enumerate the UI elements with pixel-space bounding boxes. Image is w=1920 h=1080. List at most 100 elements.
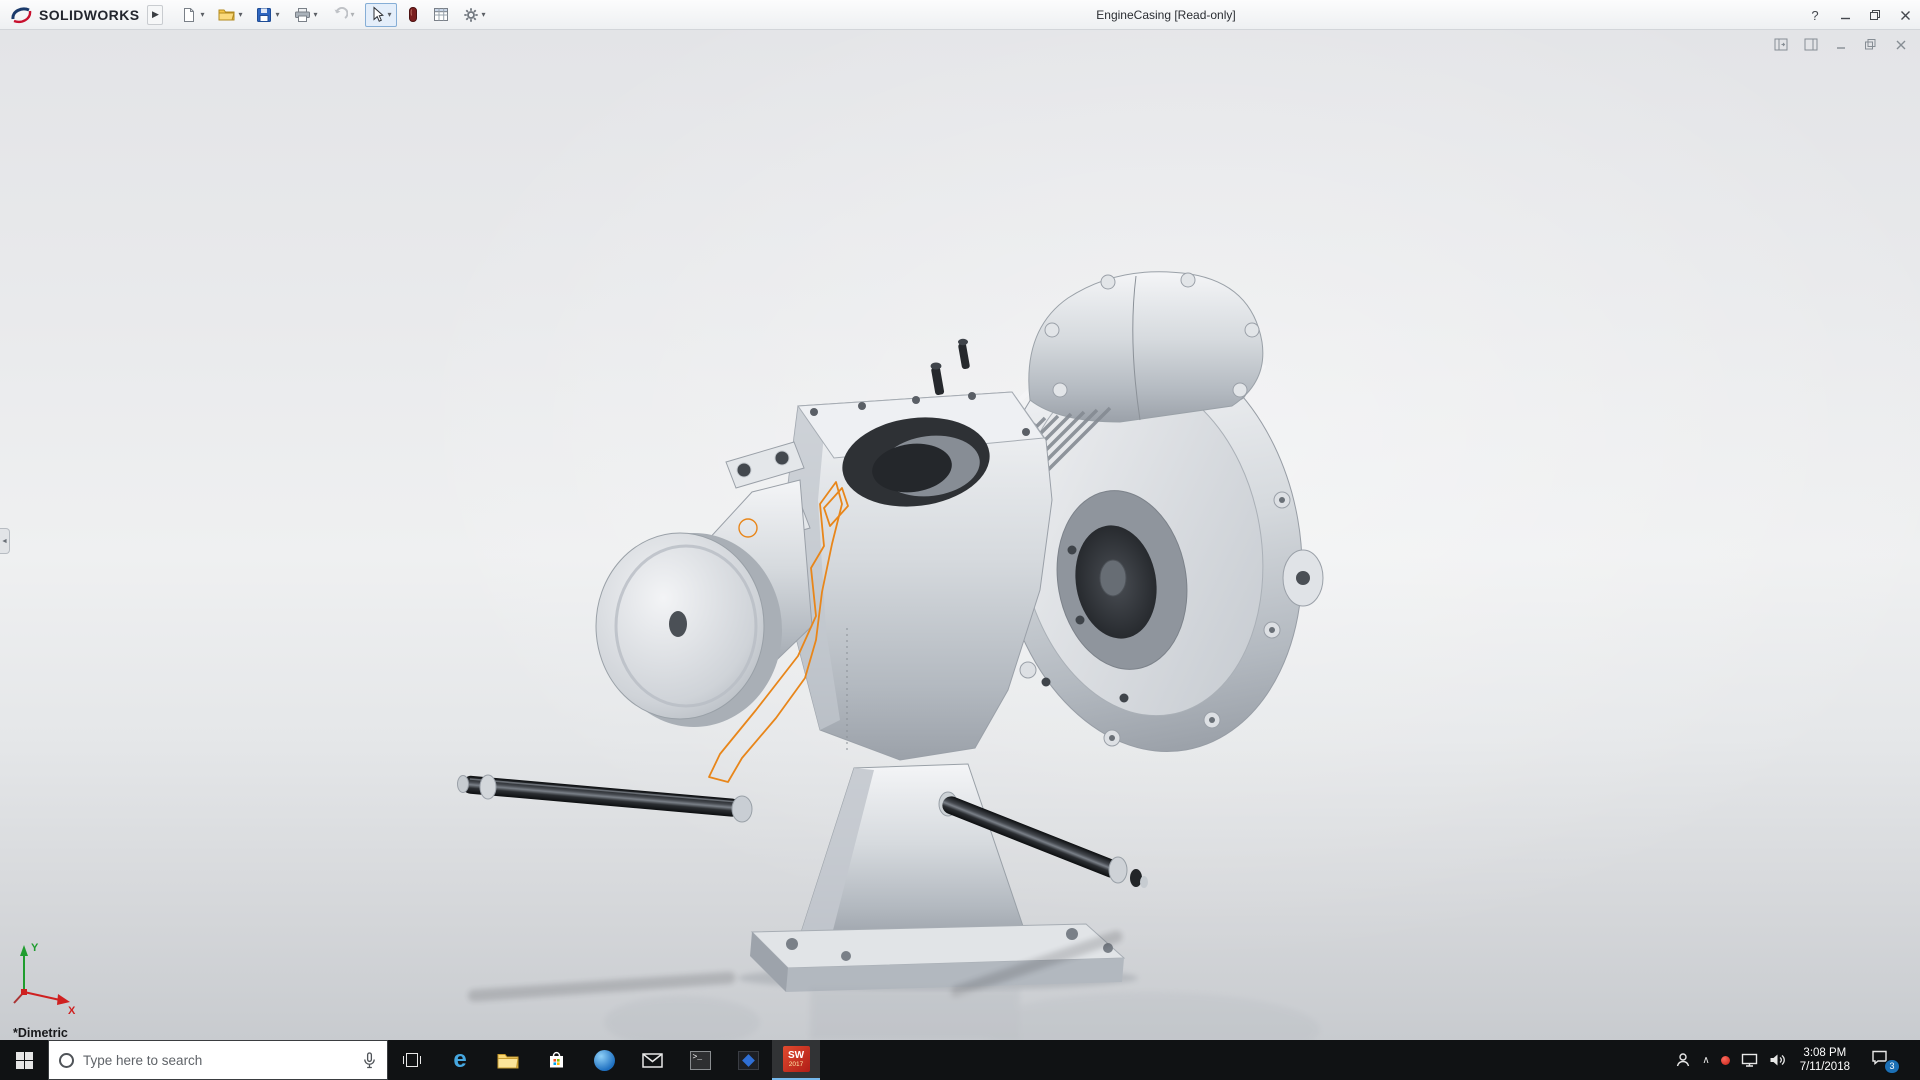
titlebar: SOLIDWORKS ▶ ▾ ▾ ▾ ▾ [0, 0, 1920, 30]
new-document-button[interactable]: ▾ [177, 3, 208, 27]
pinned-app-dark-button[interactable] [724, 1040, 772, 1080]
options-button[interactable]: ▾ [459, 3, 490, 27]
microphone-icon[interactable] [362, 1051, 377, 1069]
help-button[interactable]: ? [1800, 0, 1830, 30]
dropdown-icon[interactable]: ▾ [351, 11, 355, 19]
sheet-grid-icon [433, 7, 449, 22]
system-tray: ∧ 3:08 PM 7/11/2018 3 [1675, 1040, 1920, 1080]
dropdown-icon[interactable]: ▾ [200, 11, 204, 19]
edge-icon: e [453, 1048, 466, 1072]
undo-icon [332, 7, 348, 22]
chevron-left-icon: ◄ [1, 538, 8, 545]
search-input[interactable] [83, 1053, 353, 1068]
close-button[interactable] [1890, 0, 1920, 30]
sw-year: 2017 [789, 1061, 803, 1068]
expand-feature-pane-button[interactable] [1773, 37, 1788, 52]
dropdown-icon[interactable]: ▾ [482, 11, 486, 19]
store-bag-icon [547, 1050, 566, 1070]
taskbar-search[interactable] [48, 1040, 388, 1080]
save-icon [256, 7, 272, 23]
y-axis-label: Y [31, 942, 39, 954]
start-button[interactable] [0, 1040, 48, 1080]
restore-icon [1869, 9, 1881, 21]
doc-close-icon [1895, 39, 1907, 51]
doc-restore-icon [1864, 38, 1877, 51]
prompt-glyph: >_ [693, 1054, 703, 1062]
show-hidden-icons-button[interactable]: ∧ [1702, 1055, 1709, 1066]
file-explorer-button[interactable] [484, 1040, 532, 1080]
pinned-app-circle-button[interactable] [580, 1040, 628, 1080]
pane-right-icon [1804, 38, 1818, 51]
sw-letters: SW [788, 1051, 804, 1061]
orientation-triad: Y X [8, 934, 82, 1014]
people-icon[interactable] [1675, 1052, 1691, 1068]
doc-restore-button[interactable] [1863, 37, 1878, 52]
command-prompt-icon: >_ [690, 1051, 711, 1070]
dropdown-icon[interactable]: ▾ [275, 11, 279, 19]
dropdown-icon[interactable]: ▾ [314, 11, 318, 19]
edge-button[interactable]: e [436, 1040, 484, 1080]
notification-badge: 3 [1884, 1059, 1900, 1074]
select-button[interactable]: ▾ [365, 3, 397, 27]
pane-left-icon [1774, 38, 1788, 51]
document-title: EngineCasing [Read-only] [1096, 0, 1235, 30]
windows-logo-icon [16, 1052, 33, 1069]
x-axis-label: X [68, 1005, 76, 1014]
open-button[interactable]: ▾ [214, 3, 246, 27]
doc-minimize-icon [1835, 39, 1847, 51]
print-icon [294, 7, 311, 23]
menu-flyout-button[interactable]: ▶ [147, 5, 163, 25]
document-window-controls [1773, 37, 1908, 52]
cortana-search-icon [59, 1053, 74, 1068]
circle-app-icon [594, 1050, 615, 1071]
save-button[interactable]: ▾ [252, 3, 283, 27]
panel-collapse-tab[interactable]: ◄ [0, 528, 10, 554]
help-icon: ? [1811, 8, 1818, 23]
x-axis-arrow-icon [57, 994, 70, 1005]
close-icon [1900, 10, 1911, 21]
mail-envelope-icon [642, 1053, 663, 1068]
flywheel-disc[interactable] [596, 480, 812, 727]
dropdown-icon[interactable]: ▾ [388, 11, 392, 19]
appearance-button[interactable] [403, 3, 423, 27]
clock-date: 7/11/2018 [1800, 1060, 1850, 1074]
solidworks-logo: SOLIDWORKS [0, 6, 147, 24]
undo-button[interactable]: ▾ [328, 3, 359, 27]
taskbar: e >_ SW 2017 [0, 1040, 1920, 1080]
mail-button[interactable] [628, 1040, 676, 1080]
triad-origin [21, 989, 27, 995]
expand-pane-button[interactable] [1803, 37, 1818, 52]
store-button[interactable] [532, 1040, 580, 1080]
file-explorer-icon [497, 1052, 519, 1069]
minimize-button[interactable] [1830, 0, 1860, 30]
action-center-button[interactable]: 3 [1865, 1046, 1894, 1074]
gear-icon [463, 7, 479, 23]
doc-minimize-button[interactable] [1833, 37, 1848, 52]
taskbar-clock[interactable]: 3:08 PM 7/11/2018 [1796, 1046, 1854, 1074]
solidworks-app-button[interactable]: SW 2017 [772, 1040, 820, 1080]
minimize-icon [1840, 10, 1851, 21]
speaker-icon[interactable] [1769, 1053, 1785, 1067]
dropdown-icon[interactable]: ▾ [238, 11, 242, 19]
select-arrow-icon [370, 6, 385, 23]
print-button[interactable]: ▾ [290, 3, 322, 27]
dassault-logo-icon [10, 6, 34, 24]
new-document-icon [181, 7, 197, 23]
brand-text: SOLIDWORKS [39, 7, 139, 23]
window-controls: ? [1800, 0, 1920, 30]
solidworks-resource-monitor-icon[interactable] [1721, 1056, 1730, 1065]
restore-button[interactable] [1860, 0, 1890, 30]
graphics-area[interactable]: ◄ [0, 30, 1920, 1040]
flyout-icon: ▶ [152, 9, 159, 20]
engine-casing-model[interactable] [0, 30, 1920, 1040]
doc-close-button[interactable] [1893, 37, 1908, 52]
network-icon[interactable] [1741, 1053, 1758, 1067]
clock-time: 3:08 PM [1803, 1046, 1846, 1060]
handle-rod-left[interactable] [458, 775, 753, 822]
command-prompt-button[interactable]: >_ [676, 1040, 724, 1080]
appearance-icon [407, 6, 419, 23]
y-axis-arrow-icon [20, 945, 28, 956]
sheet-options-button[interactable] [429, 3, 453, 27]
open-folder-icon [218, 7, 235, 22]
task-view-button[interactable] [388, 1040, 436, 1080]
